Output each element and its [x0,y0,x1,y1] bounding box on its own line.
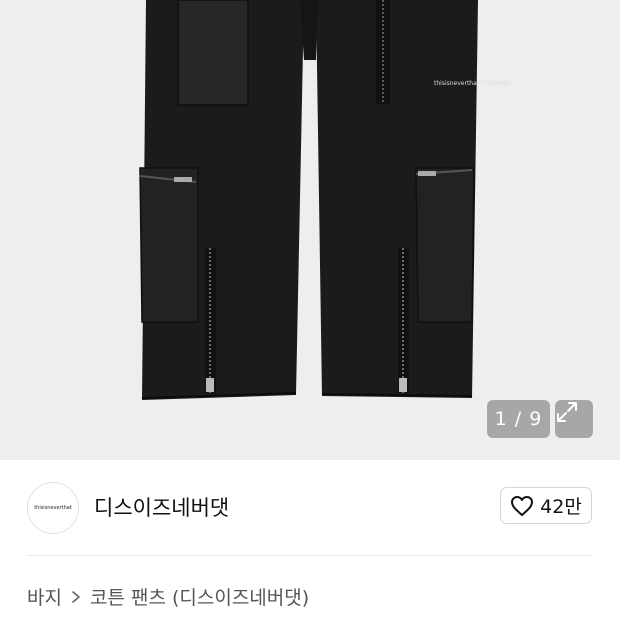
heart-icon [511,495,534,516]
brand-logo-text: thisisneverthat [34,505,72,511]
breadcrumb-category[interactable]: 바지 [27,583,62,610]
chevron-right-icon [72,590,80,603]
product-label-print: thisisneverthat CHOPARD [434,80,511,87]
breadcrumb: 바지 코튼 팬츠 (디스이즈네버댓) [27,583,309,610]
brand-row: thisisneverthat 디스이즈네버댓 42만 [0,460,620,555]
like-button[interactable]: 42만 [500,487,592,524]
brand-logo[interactable]: thisisneverthat [27,482,79,534]
product-image: thisisneverthat CHOPARD [139,0,511,400]
expand-icon [557,402,577,422]
like-count: 42만 [540,496,582,518]
divider [27,555,593,556]
expand-button[interactable] [555,400,593,438]
breadcrumb-product: 코튼 팬츠 (디스이즈네버댓) [89,587,310,609]
brand-name[interactable]: 디스이즈네버댓 [94,492,229,522]
product-image-gallery[interactable]: thisisneverthat CHOPARD 1 / 9 [0,0,620,460]
image-counter: 1 / 9 [487,400,550,438]
